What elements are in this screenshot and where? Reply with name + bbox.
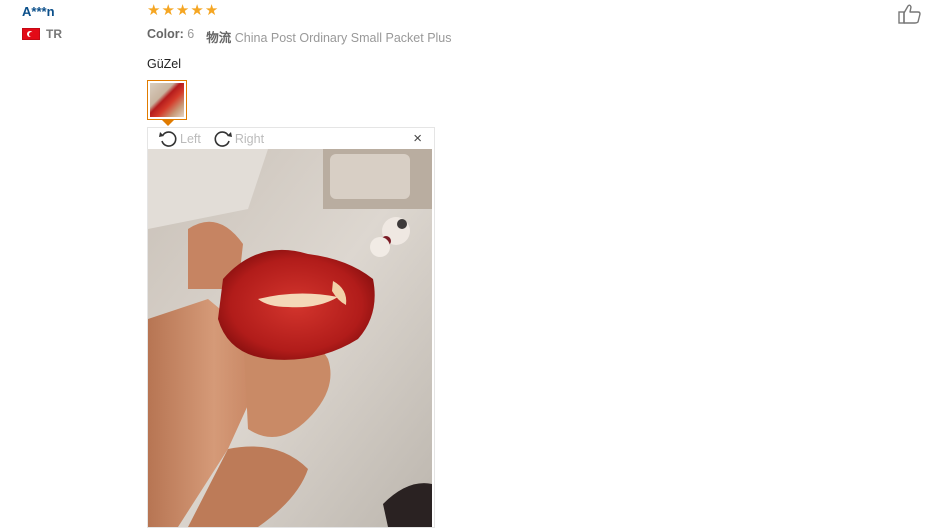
- rotate-left-label: Left: [180, 131, 201, 146]
- rotate-left-button[interactable]: Left: [158, 130, 201, 148]
- star-icon: ★: [175, 2, 190, 19]
- star-icon: ★: [204, 2, 219, 19]
- rotate-left-icon: [159, 130, 177, 147]
- review-photo: [148, 149, 432, 527]
- color-label: Color:: [147, 27, 184, 41]
- turkey-flag-icon: [22, 28, 40, 40]
- country-code: TR: [46, 27, 62, 41]
- review-content: ★ ★ ★ ★ ★ Color: 6 物流 China Post Ordinar…: [147, 3, 452, 126]
- rotate-right-icon: [214, 130, 232, 147]
- review-photo-thumbnail[interactable]: [147, 80, 187, 126]
- review-photo-image: [148, 149, 432, 527]
- shipping-label: 物流: [206, 31, 232, 45]
- color-attribute: Color: 6: [147, 27, 194, 46]
- shipping-value: China Post Ordinary Small Packet Plus: [234, 31, 452, 45]
- thumbnail-image: [150, 83, 184, 117]
- thumbs-up-icon[interactable]: [898, 3, 922, 25]
- photo-viewer: Left Right ×: [147, 127, 435, 528]
- close-viewer-button[interactable]: ×: [413, 131, 422, 146]
- rotate-right-button[interactable]: Right: [213, 130, 264, 148]
- reviewer-country: TR: [22, 27, 62, 41]
- star-rating: ★ ★ ★ ★ ★: [147, 3, 452, 19]
- viewer-toolbar: Left Right ×: [148, 128, 434, 149]
- star-icon: ★: [161, 2, 175, 19]
- color-value: 6: [187, 27, 195, 41]
- reviewer-info: A***n TR: [22, 4, 62, 41]
- shipping-attribute: 物流 China Post Ordinary Small Packet Plus: [206, 27, 451, 46]
- star-icon: ★: [190, 2, 204, 19]
- order-attributes: Color: 6 物流 China Post Ordinary Small Pa…: [147, 27, 452, 46]
- review-comment: GüZel: [147, 57, 182, 71]
- active-thumb-indicator: [162, 120, 174, 126]
- reviewer-name: A***n: [22, 4, 55, 19]
- rotate-right-label: Right: [234, 131, 265, 146]
- star-icon: ★: [147, 2, 161, 19]
